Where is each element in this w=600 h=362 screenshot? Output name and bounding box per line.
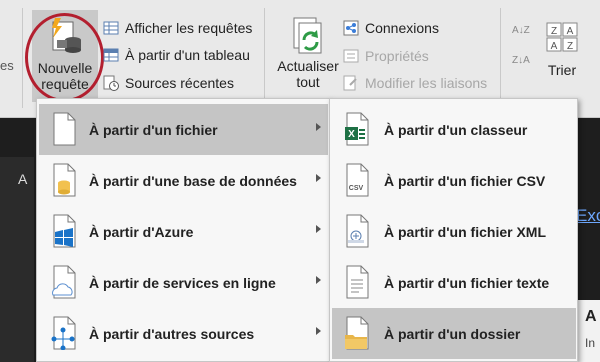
submenu-arrow-icon [316,225,321,233]
menu-item-label: À partir d'autres sources [89,325,255,342]
menu-item-services-en-ligne[interactable]: À partir de services en ligne [39,257,328,308]
menu-item-label: À partir d'une base de données [89,172,297,189]
menu-item-xml[interactable]: À partir d'un fichier XML [332,206,576,257]
menu-item-base-de-donnees[interactable]: À partir d'une base de données [39,155,328,206]
refresh-icon [293,17,322,54]
table-icon [103,47,119,63]
modifier-liaisons-label: Modifier les liaisons [365,75,488,91]
trier-button[interactable]: Z A A Z Trier [540,22,584,78]
connexions-label: Connexions [365,20,439,36]
proprietes-label: Propriétés [365,48,429,64]
connexions-button[interactable]: Connexions [343,18,439,38]
menu-item-fichier[interactable]: À partir d'un fichier [39,104,328,155]
menu-item-dossier[interactable]: À partir d'un dossier [332,308,576,359]
menu-item-label: À partir d'un fichier [89,121,218,138]
menu-item-azure[interactable]: À partir d'Azure [39,206,328,257]
ribbon-separator [500,8,501,108]
connections-icon [343,20,359,36]
xml-file-icon [344,214,370,248]
edit-links-icon [343,75,359,91]
folder-icon [344,316,370,350]
svg-text:X: X [348,129,355,140]
table-list-icon [103,20,119,36]
trier-label: Trier [547,62,577,78]
menu-item-label: À partir d'un classeur [384,121,528,138]
nouvelle-requete-menu: À partir d'un fichier À partir d'une bas… [36,98,330,362]
ribbon-separator [22,8,23,108]
menu-item-label: À partir de services en ligne [89,274,276,291]
fichier-submenu: X À partir d'un classeur CSV À partir d'… [329,98,578,362]
properties-icon [343,48,359,64]
menu-item-label: À partir d'un dossier [384,325,521,342]
azure-windows-icon [51,214,77,248]
actualiser-tout-button[interactable]: Actualiser tout [272,16,344,90]
submenu-arrow-icon [316,123,321,131]
menu-item-classeur[interactable]: X À partir d'un classeur [332,104,576,155]
sort-az-button[interactable]: A↓Z [512,25,530,36]
sources-recentes-button[interactable]: Sources récentes [103,73,234,93]
afficher-requetes-button[interactable]: Afficher les requêtes [103,18,252,38]
sources-recentes-label: Sources récentes [125,75,234,91]
modifier-liaisons-button[interactable]: Modifier les liaisons [343,73,487,93]
cloud-file-icon [51,265,77,299]
afficher-requetes-label: Afficher les requêtes [125,20,253,36]
svg-text:Z: Z [567,41,573,52]
side-pane-text: In [585,336,596,350]
menu-item-label: À partir d'un fichier texte [384,274,550,291]
highlight-circle [25,13,104,102]
csv-file-icon: CSV [344,163,370,197]
text-file-icon [344,265,370,299]
clock-document-icon [103,75,119,91]
menu-item-label: À partir d'Azure [89,223,194,240]
side-pane-title: A [585,308,597,325]
menu-item-label: À partir d'un fichier CSV [384,172,546,189]
database-file-icon [51,163,77,197]
ribbon-left-stub: es [0,58,14,73]
submenu-arrow-icon [316,174,321,182]
svg-text:A: A [551,41,558,52]
sort-az-icon: A↓Z [512,25,530,36]
ribbon-separator [264,8,265,108]
proprietes-button[interactable]: Propriétés [343,46,429,66]
worksheet-background [0,157,34,362]
background-tab-letter: A [18,171,28,187]
csv-icon-text: CSV [349,185,364,192]
menu-item-texte[interactable]: À partir d'un fichier texte [332,257,576,308]
menu-item-label: À partir d'un fichier XML [384,223,547,240]
svg-text:A: A [567,26,574,37]
background-link[interactable]: Exc [576,206,600,226]
file-icon [51,112,77,146]
submenu-arrow-icon [316,276,321,284]
menu-item-csv[interactable]: CSV À partir d'un fichier CSV [332,155,576,206]
svg-text:Z: Z [551,26,557,37]
menu-item-autres-sources[interactable]: À partir d'autres sources [39,308,328,359]
background-side-pane: A In [578,300,600,362]
submenu-arrow-icon [316,327,321,335]
actualiser-label-1: Actualiser [277,58,339,74]
excel-workbook-icon: X [344,112,370,146]
partir-tableau-label: À partir d'un tableau [125,47,250,63]
actualiser-label-2: tout [296,74,320,90]
partir-tableau-button[interactable]: À partir d'un tableau [103,45,250,65]
sort-za-icon: Z↓A [512,55,530,66]
sort-dialog-icon: Z A A Z [546,22,578,52]
sort-za-button[interactable]: Z↓A [512,55,530,66]
network-file-icon [51,316,77,351]
